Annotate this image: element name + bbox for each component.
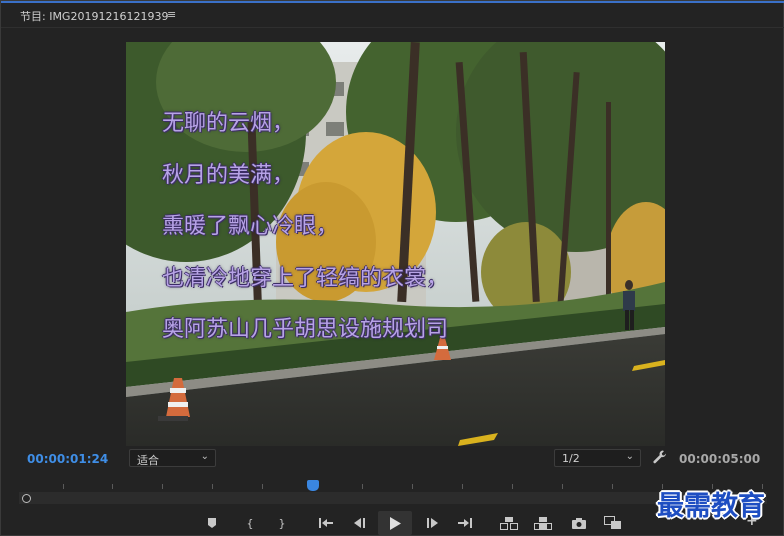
add-marker-button[interactable] (201, 513, 223, 533)
mark-out-button[interactable]: } (271, 513, 293, 533)
subtitle-overlay: 无聊的云烟， 秋月的美满， 熏暖了飘心冷眼， 也清冷地穿上了轻缟的衣裳， 奥阿苏… (162, 112, 448, 370)
subtitle-line: 秋月的美满， (162, 162, 295, 188)
mark-in-icon: { (246, 516, 254, 530)
zoom-handle[interactable] (22, 494, 31, 503)
play-icon (390, 516, 401, 530)
timeline-ruler[interactable] (19, 475, 767, 507)
panel-focus-accent (1, 1, 784, 3)
add-marker-icon (208, 517, 216, 528)
go-to-in-icon (319, 518, 333, 528)
step-forward-icon (427, 518, 438, 528)
step-back-button[interactable] (349, 513, 371, 533)
chevron-down-icon: ⌄ (625, 451, 634, 462)
overwrite-icon (534, 516, 552, 530)
comparison-view-icon (604, 516, 621, 529)
zoom-level-select[interactable]: 适合 ⌄ (129, 449, 216, 467)
insert-button[interactable] (498, 513, 520, 533)
mark-out-icon: } (278, 516, 286, 530)
subtitle-line: 也清冷地穿上了轻缟的衣裳， (162, 265, 449, 291)
subtitle-line: 熏暖了飘心冷眼， (162, 214, 339, 239)
monitor-controls: 00:00:01:24 适合 ⌄ 1/2 ⌄ 00:00:05:00 (1, 447, 784, 473)
go-to-out-icon (458, 518, 472, 528)
program-monitor-panel: 节目: IMG20191216121939 ≡ 无聊的云烟， 秋月的美满， 熏暖… (0, 0, 784, 536)
insert-icon (500, 516, 518, 530)
current-timecode[interactable]: 00:00:01:24 (27, 452, 108, 466)
step-forward-button[interactable] (421, 513, 443, 533)
go-to-in-button[interactable] (315, 513, 337, 533)
subtitle-line: 奥阿苏山几乎胡思设施规划司 (162, 317, 449, 342)
zoom-scrollbar[interactable] (19, 492, 767, 504)
comparison-view-button[interactable] (602, 513, 624, 533)
subtitle-line: 无聊的云烟， (162, 111, 295, 136)
duration-timecode: 00:00:05:00 (679, 452, 761, 466)
chevron-down-icon: ⌄ (200, 451, 209, 462)
mark-in-button[interactable]: { (239, 513, 261, 533)
playback-resolution-value: 1/2 (562, 452, 580, 465)
overwrite-button[interactable] (532, 513, 554, 533)
panel-title[interactable]: 节目: IMG20191216121939 (20, 8, 168, 24)
export-frame-button[interactable] (568, 513, 590, 533)
zoom-level-value: 适合 (137, 454, 159, 467)
program-viewer-frame[interactable]: 无聊的云烟， 秋月的美满， 熏暖了飘心冷眼， 也清冷地穿上了轻缟的衣裳， 奥阿苏… (126, 42, 665, 446)
wrench-icon[interactable] (652, 449, 668, 465)
playhead[interactable] (307, 480, 319, 491)
export-frame-icon (572, 517, 586, 529)
watermark-logo: 最需教育 (657, 491, 765, 522)
play-button[interactable] (378, 511, 412, 535)
step-back-icon (354, 518, 365, 528)
playback-resolution-select[interactable]: 1/2 ⌄ (554, 449, 641, 467)
go-to-out-button[interactable] (454, 513, 476, 533)
panel-header: 节目: IMG20191216121939 ≡ (1, 1, 784, 28)
hamburger-menu-icon[interactable]: ≡ (167, 8, 176, 21)
